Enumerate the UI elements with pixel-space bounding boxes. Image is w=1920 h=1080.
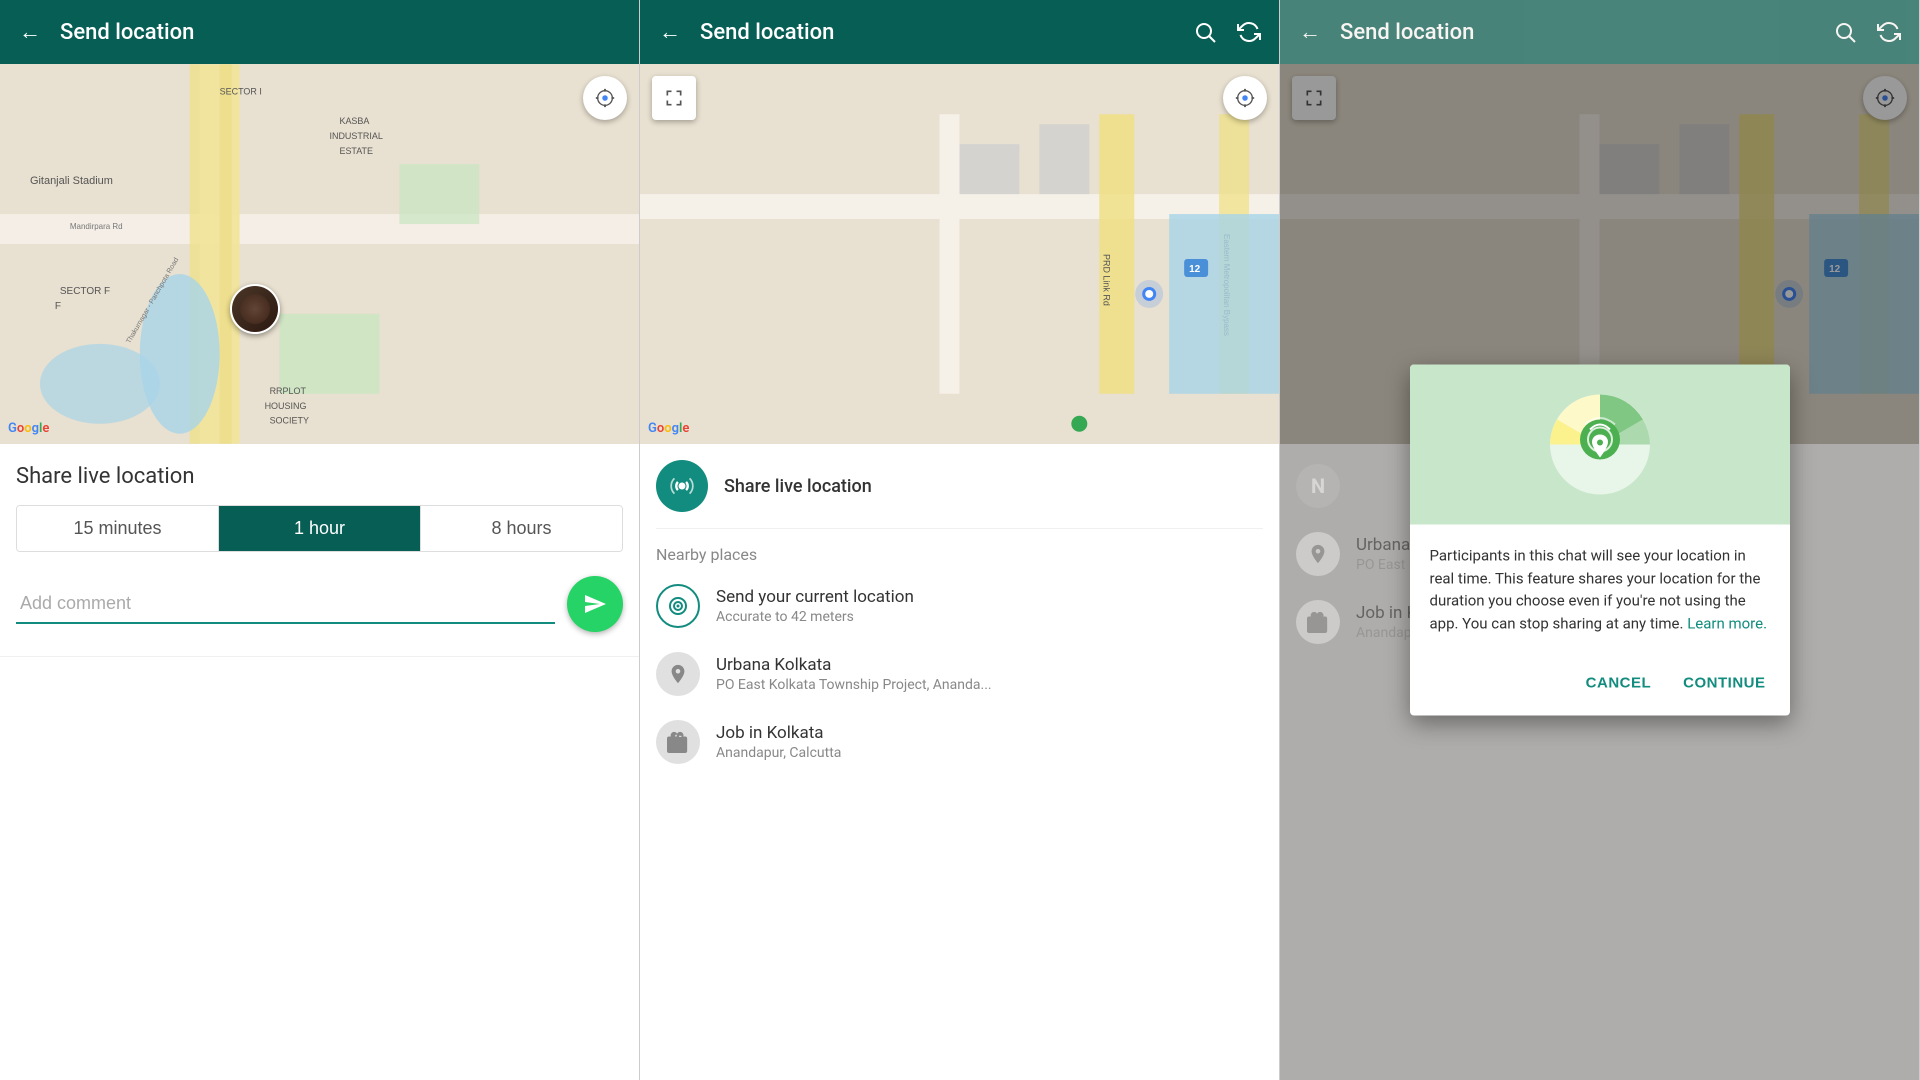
map-2: PRD Link Rd Eastern Metropolitan Bypass … xyxy=(640,64,1279,444)
location-button-3[interactable] xyxy=(1863,76,1907,120)
current-location-item[interactable]: Send your current location Accurate to 4… xyxy=(640,572,1279,640)
svg-text:ESTATE: ESTATE xyxy=(339,146,373,156)
svg-text:F: F xyxy=(55,301,61,312)
urbana-icon-3 xyxy=(1296,532,1340,576)
share-live-label: Share live location xyxy=(724,476,872,497)
urbana-icon xyxy=(656,652,700,696)
share-live-title: Share live location xyxy=(16,464,623,489)
comment-input[interactable] xyxy=(16,585,555,624)
user-avatar xyxy=(230,284,280,334)
dialog-text: Participants in this chat will see your … xyxy=(1430,545,1770,635)
learn-more-link[interactable]: Learn more. xyxy=(1687,614,1767,632)
header-1: ← Send location xyxy=(0,0,639,64)
urbana-sub: PO East Kolkata Township Project, Ananda… xyxy=(716,677,1263,693)
job-icon-3 xyxy=(1296,600,1340,644)
expand-button-3[interactable] xyxy=(1292,76,1336,120)
panel-1: ← Send location Gitanjali Stadium SECTOR… xyxy=(0,0,640,1080)
header-title-2: Send location xyxy=(700,20,1175,45)
location-button-2[interactable] xyxy=(1223,76,1267,120)
map-1: Gitanjali Stadium SECTOR I KASBA INDUSTR… xyxy=(0,64,639,444)
back-button-2[interactable]: ← xyxy=(656,18,684,46)
job-kolkata-item[interactable]: Job in Kolkata Anandapur, Calcutta xyxy=(640,708,1279,776)
send-button[interactable] xyxy=(567,576,623,632)
cancel-button[interactable]: CANCEL xyxy=(1578,667,1660,700)
comment-section xyxy=(16,568,623,640)
svg-text:HOUSING: HOUSING xyxy=(265,401,307,411)
svg-text:PRD Link Rd: PRD Link Rd xyxy=(1101,254,1111,306)
header-title-1: Send location xyxy=(60,20,623,45)
search-button-2[interactable] xyxy=(1191,18,1219,46)
dialog-actions: CANCEL CONTINUE xyxy=(1410,655,1790,716)
duration-1hour[interactable]: 1 hour xyxy=(219,506,421,551)
duration-15min[interactable]: 15 minutes xyxy=(17,506,219,551)
svg-text:RRPLOT: RRPLOT xyxy=(270,386,307,396)
dialog-image xyxy=(1410,365,1790,525)
urbana-name: Urbana Kolkata xyxy=(716,655,1263,675)
svg-text:KASBA: KASBA xyxy=(339,116,369,126)
svg-text:SOCIETY: SOCIETY xyxy=(270,416,309,426)
job-sub: Anandapur, Calcutta xyxy=(716,745,1263,761)
duration-8hours[interactable]: 8 hours xyxy=(421,506,622,551)
panel-2: ← Send location PRD Link Rd xyxy=(640,0,1280,1080)
bottom-content-2: Share live location Nearby places Send y… xyxy=(640,444,1279,1080)
share-live-item[interactable]: Share live location xyxy=(640,444,1279,528)
bottom-content-1: Share live location 15 minutes 1 hour 8 … xyxy=(0,444,639,1080)
svg-text:Mandirpara Rd: Mandirpara Rd xyxy=(70,222,123,231)
svg-text:Gitanjali Stadium: Gitanjali Stadium xyxy=(30,175,113,187)
refresh-button-2[interactable] xyxy=(1235,18,1263,46)
expand-button-2[interactable] xyxy=(652,76,696,120)
back-button-3[interactable]: ← xyxy=(1296,18,1324,46)
google-logo-2: Google xyxy=(648,421,689,436)
svg-text:SECTOR F: SECTOR F xyxy=(60,286,110,297)
duration-buttons: 15 minutes 1 hour 8 hours xyxy=(16,505,623,552)
current-location-sub: Accurate to 42 meters xyxy=(716,609,1263,625)
urbana-kolkata-item[interactable]: Urbana Kolkata PO East Kolkata Township … xyxy=(640,640,1279,708)
back-button-1[interactable]: ← xyxy=(16,18,44,46)
current-location-name: Send your current location xyxy=(716,587,1263,607)
header-title-3: Send location xyxy=(1340,20,1815,45)
svg-text:12: 12 xyxy=(1189,264,1201,275)
search-button-3[interactable] xyxy=(1831,18,1859,46)
nearby-label: Nearby places xyxy=(640,529,1279,572)
live-icon xyxy=(656,460,708,512)
panel-3: ← Send location xyxy=(1280,0,1920,1080)
svg-text:INDUSTRIAL: INDUSTRIAL xyxy=(329,131,382,141)
share-live-section: Share live location 15 minutes 1 hour 8 … xyxy=(0,444,639,657)
urbana-info: Urbana Kolkata PO East Kolkata Township … xyxy=(716,655,1263,693)
svg-text:12: 12 xyxy=(1829,264,1841,275)
job-info: Job in Kolkata Anandapur, Calcutta xyxy=(716,723,1263,761)
live-location-dialog: Participants in this chat will see your … xyxy=(1410,365,1790,716)
svg-text:SECTOR I: SECTOR I xyxy=(220,86,262,96)
google-logo-1: Google xyxy=(8,421,49,436)
location-button-1[interactable] xyxy=(583,76,627,120)
job-name: Job in Kolkata xyxy=(716,723,1263,743)
refresh-button-3[interactable] xyxy=(1875,18,1903,46)
job-icon xyxy=(656,720,700,764)
current-location-icon xyxy=(656,584,700,628)
header-2: ← Send location xyxy=(640,0,1279,64)
current-location-info: Send your current location Accurate to 4… xyxy=(716,587,1263,625)
continue-button[interactable]: CONTINUE xyxy=(1675,667,1773,700)
header-3: ← Send location xyxy=(1280,0,1919,64)
dialog-body: Participants in this chat will see your … xyxy=(1410,525,1790,655)
